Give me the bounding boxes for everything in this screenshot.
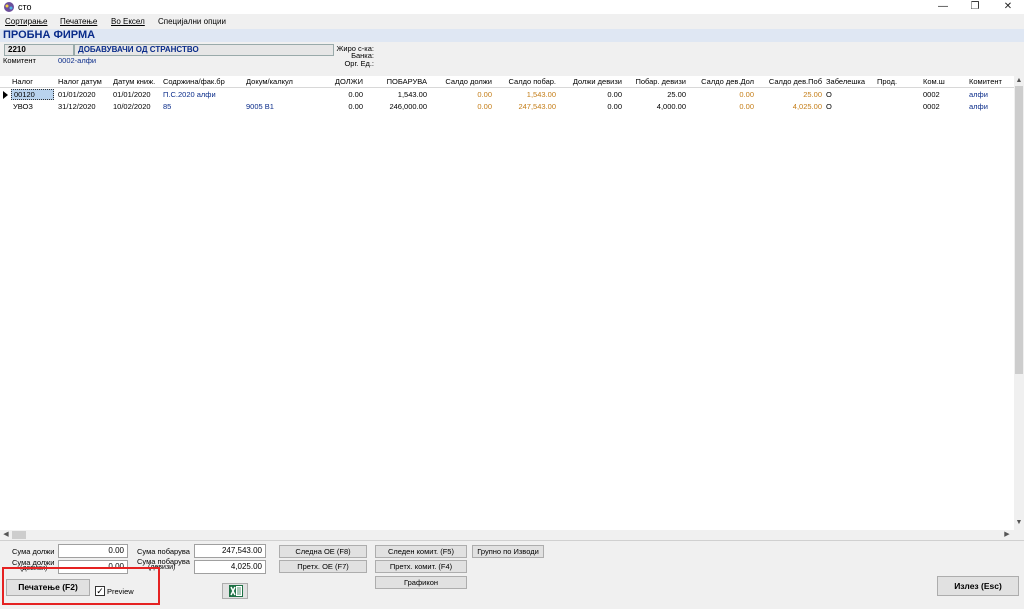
vertical-scrollbar[interactable]: ▲ ▼ <box>1014 76 1024 530</box>
company-header: ПРОБНА ФИРМА <box>0 29 1024 42</box>
company-name: ПРОБНА ФИРМА <box>3 29 96 41</box>
cell-sodrzina[interactable]: 85 <box>163 102 243 111</box>
cell-zabeleska[interactable]: О <box>826 90 874 99</box>
next-org-unit-button[interactable]: Следна ОЕ (F8) <box>279 545 367 558</box>
col-dolzi-devizi[interactable]: Должи девизи <box>560 77 622 86</box>
cell-nalog[interactable]: 00120 <box>11 89 54 100</box>
col-dolzi[interactable]: ДОЛЖИ <box>305 77 363 86</box>
komitent-value: 0002-алфи <box>58 56 97 65</box>
minimize-button[interactable]: — <box>928 0 958 14</box>
table-row[interactable]: 00120 01/01/2020 01/01/2020 П.С.2020 алф… <box>0 89 1014 101</box>
exit-button[interactable]: Излез (Esc) <box>937 576 1019 596</box>
highlight-annotation <box>2 567 160 605</box>
menu-print[interactable]: Печатење <box>60 17 97 26</box>
cell-saldo-dev-dol[interactable]: 0.00 <box>690 90 754 99</box>
cell-nalog-datum[interactable]: 31/12/2020 <box>58 102 110 111</box>
col-saldo-dolzi[interactable]: Салдо должи <box>432 77 492 86</box>
cell-saldo-dolzi[interactable]: 0.00 <box>432 102 492 111</box>
col-saldo-dev-dol[interactable]: Салдо дев.Дол <box>690 77 754 86</box>
cell-kom-sifra[interactable]: 0002 <box>923 102 963 111</box>
col-sodrzina[interactable]: Содржина/фак.бр <box>163 77 243 86</box>
cell-dolzi[interactable]: 0.00 <box>305 102 363 111</box>
cell-sodrzina[interactable]: П.С.2020 алфи <box>163 90 243 99</box>
cell-saldo-dev-dol[interactable]: 0.00 <box>690 102 754 111</box>
cell-dolzi[interactable]: 0.00 <box>305 90 363 99</box>
horizontal-scroll-thumb[interactable] <box>12 531 26 539</box>
menu-bar: Сортирање Печатење Во Ексел Специјални о… <box>0 14 1024 28</box>
group-by-statements-button[interactable]: Групно по Изводи <box>472 545 544 558</box>
col-saldo-pobar[interactable]: Салдо побар. <box>494 77 556 86</box>
cell-saldo-dev-pob[interactable]: 4,025.00 <box>756 102 822 111</box>
cell-kom-sifra[interactable]: 0002 <box>923 90 963 99</box>
next-client-button[interactable]: Следен комит. (F5) <box>375 545 467 558</box>
col-dokum[interactable]: Докум/калкул <box>246 77 306 86</box>
cell-saldo-pobar[interactable]: 247,543.00 <box>494 102 556 111</box>
cell-saldo-dev-pob[interactable]: 25.00 <box>756 90 822 99</box>
col-prod[interactable]: Прод. <box>877 77 917 86</box>
prev-client-button[interactable]: Претх. комит. (F4) <box>375 560 467 573</box>
cell-datum-knizenje[interactable]: 01/01/2020 <box>113 90 163 99</box>
col-kom-sifra[interactable]: Ком.ш <box>923 77 963 86</box>
horizontal-scrollbar[interactable]: ◀ ▶ <box>0 530 1014 540</box>
title-bar: сто — ❐ ✕ <box>0 0 1024 14</box>
cell-pobar-devizi[interactable]: 4,000.00 <box>624 102 686 111</box>
table-header: Налог Налог датум Датум книж. Содржина/ф… <box>0 76 1014 88</box>
menu-special-options[interactable]: Специјални опции <box>158 17 226 26</box>
excel-export-button[interactable] <box>222 583 248 599</box>
cell-pobar-devizi[interactable]: 25.00 <box>624 90 686 99</box>
cell-pobaruva[interactable]: 1,543.00 <box>367 90 427 99</box>
komitent-label: Комитент <box>3 56 36 65</box>
cell-pobaruva[interactable]: 246,000.00 <box>367 102 427 111</box>
chart-button[interactable]: Графикон <box>375 576 467 589</box>
col-komitent[interactable]: Комитент <box>969 77 1013 86</box>
ledger-table[interactable]: Налог Налог датум Датум книж. Содржина/ф… <box>0 76 1014 530</box>
cell-zabeleska[interactable]: О <box>826 102 874 111</box>
cell-nalog-datum[interactable]: 01/01/2020 <box>58 90 110 99</box>
cell-dolzi-devizi[interactable]: 0.00 <box>560 90 622 99</box>
scroll-down-icon[interactable]: ▼ <box>1015 519 1023 527</box>
menu-excel[interactable]: Во Ексел <box>111 17 145 26</box>
cell-datum-knizenje[interactable]: 10/02/2020 <box>113 102 163 111</box>
sum-credit-foreign-field[interactable]: 4,025.00 <box>194 560 266 574</box>
col-saldo-dev-pob[interactable]: Салдо дев.Поб <box>756 77 822 86</box>
col-nalog-datum[interactable]: Налог датум <box>58 77 110 86</box>
scroll-right-icon[interactable]: ▶ <box>1003 531 1011 539</box>
sum-credit-label: Сума побарува <box>137 547 190 556</box>
col-datum-knizenje[interactable]: Датум книж. <box>113 77 163 86</box>
cell-dolzi-devizi[interactable]: 0.00 <box>560 102 622 111</box>
current-row-indicator-icon <box>3 91 8 99</box>
scroll-left-icon[interactable]: ◀ <box>2 531 10 539</box>
table-row[interactable]: УВОЗ 31/12/2020 10/02/2020 85 9005 B1 0.… <box>0 101 1014 113</box>
vertical-scroll-thumb[interactable] <box>1015 86 1023 374</box>
close-button[interactable]: ✕ <box>993 0 1023 14</box>
cell-saldo-dolzi[interactable]: 0.00 <box>432 90 492 99</box>
account-name-field[interactable]: ДОБАВУВАЧИ ОД СТРАНСТВО <box>74 44 334 56</box>
prev-org-unit-button[interactable]: Претх. ОЕ (F7) <box>279 560 367 573</box>
org-unit-label: Орг. Ед.: <box>344 59 374 68</box>
cell-nalog[interactable]: УВОЗ <box>13 102 56 111</box>
scroll-up-icon[interactable]: ▲ <box>1015 77 1023 85</box>
cell-dokum[interactable]: 9005 B1 <box>246 102 306 111</box>
sum-debit-field[interactable]: 0.00 <box>58 544 128 558</box>
sum-debit-label: Сума должи <box>12 547 55 556</box>
account-code-field[interactable]: 2210 <box>4 44 74 56</box>
excel-icon <box>229 585 243 597</box>
col-pobaruva[interactable]: ПОБАРУВА <box>367 77 427 86</box>
scroll-corner <box>1014 530 1024 540</box>
app-icon <box>4 2 14 12</box>
cell-komitent[interactable]: алфи <box>969 102 1013 111</box>
col-pobar-devizi[interactable]: Побар. девизи <box>624 77 686 86</box>
menu-sort[interactable]: Сортирање <box>5 17 47 26</box>
window-title: сто <box>18 2 32 12</box>
sum-credit-field[interactable]: 247,543.00 <box>194 544 266 558</box>
col-zabeleska[interactable]: Забелешка <box>826 77 874 86</box>
restore-button[interactable]: ❐ <box>960 0 990 14</box>
cell-saldo-pobar[interactable]: 1,543.00 <box>494 90 556 99</box>
cell-komitent[interactable]: алфи <box>969 90 1013 99</box>
col-nalog[interactable]: Налог <box>12 77 52 86</box>
